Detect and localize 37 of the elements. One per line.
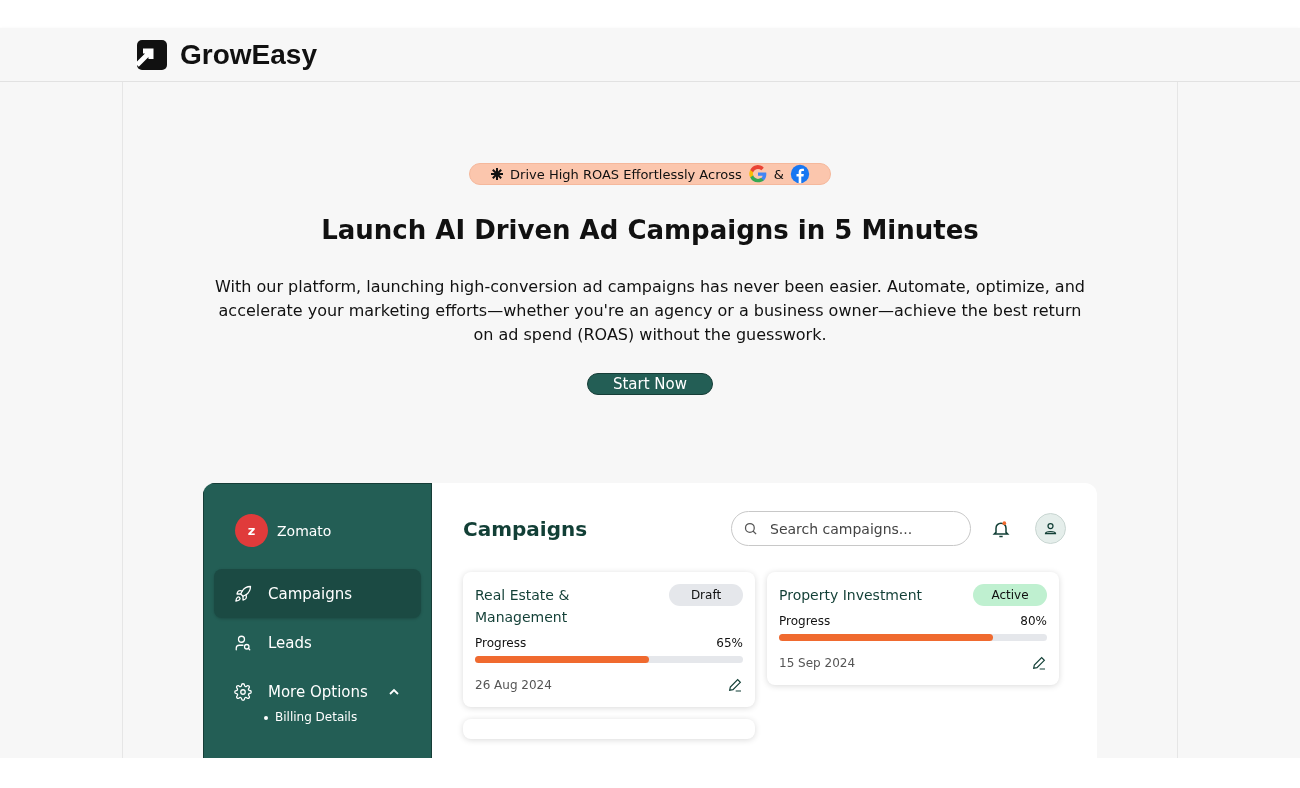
- profile-button[interactable]: [1035, 513, 1066, 544]
- campaign-date: 26 Aug 2024: [475, 678, 552, 692]
- hero-title: Launch AI Driven Ad Campaigns in 5 Minutes: [321, 215, 979, 245]
- user-icon: [1043, 521, 1058, 536]
- campaign-date: 15 Sep 2024: [779, 656, 856, 670]
- sidebar-item[interactable]: Leads: [214, 618, 421, 667]
- progress-value: 65%: [716, 636, 743, 650]
- search-field[interactable]: Search campaigns...: [731, 511, 971, 546]
- progress-label: Progress: [475, 636, 527, 650]
- brand-name[interactable]: GrowEasy: [180, 38, 317, 71]
- account-name: Zomato: [277, 522, 332, 539]
- badge-text: Drive High ROAS Effortlessly Across: [510, 166, 742, 182]
- account-avatar: z: [235, 514, 268, 547]
- hero-description: With our platform, launching high-conversion ad campaigns has never been easier. Automate, optimize, and accelerate your marketing efforts—whether you're an agency or a business owner—achieve the best return on ad spend (ROAS) without the guesswork.: [214, 276, 1086, 346]
- progress-label: Progress: [779, 614, 831, 628]
- settings-icon: [234, 682, 252, 701]
- ampersand-text: &: [773, 166, 784, 182]
- submenu-item[interactable]: Billing Details: [275, 710, 358, 724]
- edit-icon[interactable]: [727, 677, 743, 693]
- bullet-icon: [264, 715, 268, 720]
- google-logo-icon: [747, 164, 768, 184]
- status-badge: Active: [973, 584, 1047, 606]
- campaign-name: Property Investment: [779, 586, 923, 605]
- status-badge: Draft: [669, 584, 743, 606]
- start-now-button[interactable]: Start Now: [587, 373, 713, 395]
- user-search-icon: [234, 633, 252, 652]
- sidebar-item[interactable]: Campaigns: [214, 569, 421, 618]
- notification-bell-icon[interactable]: [991, 518, 1011, 539]
- progress-value: 80%: [1020, 614, 1047, 628]
- search-icon: [743, 521, 758, 536]
- facebook-logo-icon: [789, 164, 810, 184]
- logo-icon: [135, 38, 167, 71]
- dashboard-title: Campaigns: [463, 516, 589, 541]
- sparkle-icon: [490, 167, 505, 181]
- rocket-icon: [234, 584, 252, 603]
- edit-icon[interactable]: [1031, 655, 1047, 671]
- campaign-name: Real Estate & Management: [475, 586, 571, 627]
